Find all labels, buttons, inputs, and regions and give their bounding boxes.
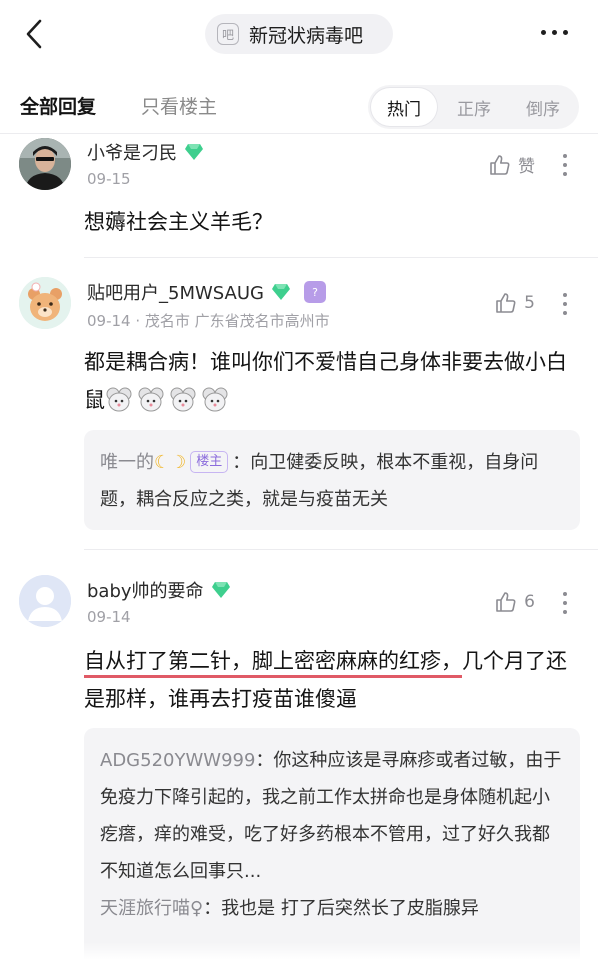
- username-row: 贴吧用户_5MWSAUG ?: [87, 279, 326, 305]
- like-label: 赞: [518, 157, 535, 177]
- divider: [84, 549, 598, 550]
- filter-bar: 全部回复 只看楼主 热门 正序 倒序: [0, 80, 598, 130]
- post-date: 09-14: [87, 608, 131, 626]
- back-button[interactable]: [22, 18, 48, 50]
- like-button[interactable]: 5: [494, 291, 535, 315]
- post-date: 09-15: [87, 170, 131, 188]
- like-count: 5: [524, 293, 535, 313]
- post-content: 自从打了第二针，脚上密密麻麻的红疹，几个月了还是那样，谁再去打疫苗谁傻逼: [84, 642, 580, 718]
- post-meta: 09-14 · 茂名市 广东省茂名市高州市: [87, 310, 330, 331]
- username[interactable]: 贴吧用户_5MWSAUG: [87, 279, 264, 305]
- moon-emoji-icon: ☾: [154, 452, 171, 473]
- forum-icon: 吧: [217, 23, 239, 45]
- username-row: baby帅的要命: [87, 577, 231, 603]
- more-horizontal-icon: [541, 30, 546, 35]
- tab-all-replies[interactable]: 全部回复: [20, 92, 96, 119]
- post-menu-button[interactable]: [563, 293, 569, 315]
- post-menu-button[interactable]: [563, 154, 569, 176]
- post-menu-button[interactable]: [563, 592, 569, 614]
- post-date: 09-14: [87, 312, 131, 330]
- like-count: 6: [524, 592, 535, 612]
- like-button[interactable]: 6: [494, 590, 535, 614]
- diamond-badge-icon: [271, 284, 290, 300]
- like-button[interactable]: 赞: [488, 152, 535, 177]
- kebab-icon: [563, 154, 567, 158]
- diamond-badge-icon: [185, 144, 203, 160]
- username[interactable]: 小爷是刁民: [87, 139, 177, 165]
- thumbs-up-icon: [490, 154, 510, 175]
- moon-emoji-icon: ☽: [170, 452, 187, 473]
- thumbs-up-icon: [496, 592, 516, 612]
- user-photo-icon: [19, 138, 71, 190]
- username-row: 小爷是刁民: [87, 139, 204, 165]
- mouse-emoji-icon: [170, 387, 196, 412]
- avatar[interactable]: [19, 575, 71, 627]
- default-avatar-icon: [19, 575, 71, 627]
- sub-reply: ADG520YWW999：你这种应该是寻麻疹或者过敏，由于免疫力下降引起的，我之…: [100, 742, 564, 890]
- bear-avatar-icon: [19, 277, 71, 329]
- sub-reply-username[interactable]: ADG520YWW999: [100, 750, 255, 771]
- sub-reply-username[interactable]: 唯一的: [100, 452, 154, 473]
- bottom-fade: [0, 942, 598, 960]
- post-location: · 茂名市 广东省茂名市高州市: [135, 312, 330, 330]
- thumbs-up-icon: [496, 293, 516, 313]
- top-bar: 吧 新冠状病毒吧: [0, 0, 598, 68]
- sub-reply-box[interactable]: ADG520YWW999：你这种应该是寻麻疹或者过敏，由于免疫力下降引起的，我之…: [84, 728, 580, 960]
- forum-name: 新冠状病毒吧: [249, 24, 364, 47]
- mouse-emoji-icon: [138, 387, 164, 412]
- kebab-icon: [563, 293, 567, 297]
- divider: [0, 133, 598, 134]
- forum-title-pill[interactable]: 吧 新冠状病毒吧: [205, 14, 393, 54]
- mouse-emoji-icon: [202, 387, 228, 412]
- username[interactable]: baby帅的要命: [87, 577, 204, 603]
- sort-toggle: 热门 正序 倒序: [368, 85, 579, 129]
- highlighted-text: 自从打了第二针，脚上密密麻麻的红疹，: [84, 649, 462, 673]
- more-options-button[interactable]: [541, 30, 568, 35]
- sub-reply-box[interactable]: 唯一的☾☽ 楼主 ：向卫健委反映，根本不重视，自身问题，耦合反应之类，就是与疫苗无关: [84, 430, 580, 530]
- sub-reply-username[interactable]: 天涯旅行喵♀: [100, 898, 203, 919]
- avatar[interactable]: [19, 138, 71, 190]
- sub-reply: 天涯旅行喵♀：我也是 打了后突然长了皮脂腺异: [100, 890, 564, 927]
- host-tag: 楼主: [190, 451, 229, 473]
- mouse-emoji-icon: [106, 387, 132, 412]
- sort-descending[interactable]: 倒序: [510, 88, 576, 126]
- kebab-icon: [563, 592, 567, 596]
- sort-hot[interactable]: 热门: [371, 88, 437, 126]
- tab-host-only[interactable]: 只看楼主: [141, 92, 217, 119]
- sub-reply-text: ：我也是 打了后突然长了皮脂腺异: [203, 898, 479, 919]
- post-content: 都是耦合病！谁叫你们不爱惜自己身体非要去做小白鼠: [84, 343, 580, 419]
- diamond-badge-icon: [211, 582, 230, 598]
- chevron-left-icon: [26, 19, 42, 49]
- sort-ascending[interactable]: 正序: [441, 88, 507, 126]
- avatar[interactable]: [19, 277, 71, 329]
- level-badge-icon: ?: [303, 281, 326, 303]
- post-content: 想薅社会主义羊毛？: [84, 210, 273, 234]
- divider: [84, 257, 598, 258]
